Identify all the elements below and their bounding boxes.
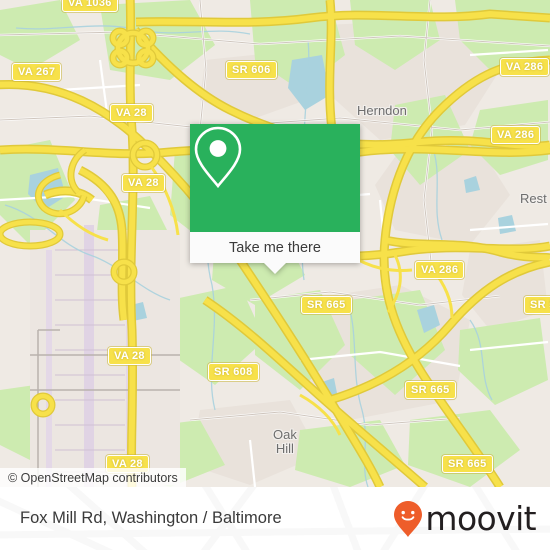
popup-pin-panel xyxy=(190,124,360,232)
road-shield-sr-608[interactable]: SR 608 xyxy=(208,363,259,381)
page-title: Fox Mill Rd, Washington / Baltimore xyxy=(20,509,282,527)
place-label-oak-hill-line1: Oak xyxy=(273,427,297,442)
place-label-reston: Rest xyxy=(520,191,547,206)
destination-popup-card[interactable]: Take me there xyxy=(190,124,360,274)
road-shield-va-286-se[interactable]: VA 286 xyxy=(415,261,465,279)
road-shield-sr-606[interactable]: SR 606 xyxy=(226,61,277,79)
map-pin-icon xyxy=(194,126,242,189)
road-shield-va-28-lower[interactable]: VA 28 xyxy=(108,347,151,365)
road-shield-va-28-mid[interactable]: VA 28 xyxy=(122,174,165,192)
road-shield-va-267[interactable]: VA 267 xyxy=(12,63,62,81)
road-shield-va-286-e[interactable]: VA 286 xyxy=(491,126,541,144)
popup-pointer-tail xyxy=(264,263,286,274)
road-shield-sr-5-right[interactable]: SR 5 xyxy=(524,296,550,314)
road-shield-va-1036[interactable]: VA 1036 xyxy=(62,0,118,12)
place-label-herndon: Herndon xyxy=(357,103,407,118)
take-me-there-button[interactable]: Take me there xyxy=(190,232,360,263)
map-canvas[interactable]: VA 1036 VA 267 SR 606 VA 28 VA 286 VA 28… xyxy=(0,0,550,487)
moovit-smiley-pin-icon xyxy=(394,500,423,537)
moovit-map-screenshot: VA 1036 VA 267 SR 606 VA 28 VA 286 VA 28… xyxy=(0,0,550,550)
moovit-wordmark: moovit xyxy=(425,499,536,538)
airport-area xyxy=(30,225,180,487)
place-label-oak-hill: Oak Hill xyxy=(273,428,297,456)
footer-bar: Fox Mill Rd, Washington / Baltimore moov… xyxy=(0,487,550,550)
road-shield-sr-665-mid[interactable]: SR 665 xyxy=(301,296,352,314)
osm-attribution[interactable]: © OpenStreetMap contributors xyxy=(0,468,186,487)
road-shield-va-28-upper[interactable]: VA 28 xyxy=(110,104,153,122)
place-label-oak-hill-line2: Hill xyxy=(275,441,294,456)
road-shield-va-286-ne[interactable]: VA 286 xyxy=(500,58,550,76)
take-me-there-label: Take me there xyxy=(229,239,321,256)
road-shield-sr-665-e[interactable]: SR 665 xyxy=(405,381,456,399)
road-shield-sr-665-s[interactable]: SR 665 xyxy=(442,455,493,473)
moovit-brand[interactable]: moovit xyxy=(393,487,537,550)
